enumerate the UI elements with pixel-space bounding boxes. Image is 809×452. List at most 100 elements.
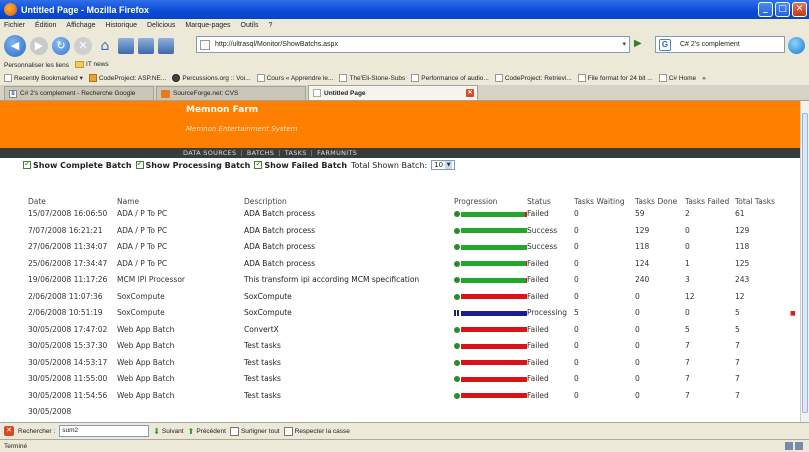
menu-farmunits[interactable]: FARMUNITS — [317, 149, 357, 157]
maximize-button[interactable]: □ — [775, 2, 790, 17]
cell-tasks-failed: 7 — [685, 357, 690, 367]
address-bar[interactable]: http://ultrasql/Monitor/ShowBatchs.aspx … — [196, 36, 630, 53]
cell-date: 30/05/2008 14:53:17 — [28, 357, 108, 367]
cell-date: 2/06/2008 10:51:19 — [28, 308, 103, 318]
menu-historique[interactable]: Historique — [105, 22, 137, 29]
customize-links[interactable]: Personnaliser les liens — [4, 62, 69, 69]
history-dropdown-icon[interactable]: ▾ — [622, 40, 626, 48]
search-bar[interactable]: G C# 2's complement ⚲ — [655, 36, 804, 53]
close-find-icon[interactable]: ✕ — [4, 426, 14, 436]
table-row[interactable]: 30/05/2008 15:37:30 Web App Batch Test tas… — [28, 338, 800, 355]
table-row[interactable]: 2/06/2008 11:07:36 SoxCompute SoxCompute Fa… — [28, 289, 800, 306]
save-page-icon[interactable] — [158, 37, 174, 54]
menu-tasks[interactable]: TASKS — [285, 149, 307, 157]
restart-icon[interactable] — [454, 376, 460, 383]
restart-icon[interactable] — [454, 293, 460, 300]
table-row[interactable]: 30/05/2008 11:54:56 Web App Batch Test tas… — [28, 388, 800, 405]
delete-icon[interactable]: ■ — [790, 310, 796, 317]
total-shown-select[interactable]: 10 ▼ — [431, 160, 456, 170]
bookmark-codeproject-retrieving[interactable]: CodeProject: Retrievi... — [494, 74, 572, 82]
table-row[interactable]: 19/06/2008 11:17:26 MCM IPI Processor This… — [28, 272, 800, 289]
cell-tasks-done: 0 — [635, 390, 640, 400]
restart-icon[interactable] — [454, 326, 460, 333]
go-arrow-icon[interactable]: ▶ — [634, 38, 642, 49]
menu-batchs[interactable]: BATCHS — [247, 149, 274, 157]
home-icon[interactable]: ⌂ — [96, 37, 114, 55]
highlight-all-button[interactable]: Surligner tout — [229, 426, 280, 436]
restart-icon[interactable] — [454, 343, 460, 350]
folder-icon — [75, 61, 85, 69]
bookmark-csharp-home[interactable]: C# Home — [658, 74, 696, 82]
show-failed-checkbox[interactable] — [254, 159, 263, 169]
show-processing-checkbox[interactable] — [135, 159, 144, 169]
cell-tasks-waiting: 0 — [574, 291, 579, 301]
vertical-scrollbar[interactable] — [800, 101, 809, 422]
reload-icon[interactable]: ↻ — [52, 36, 70, 55]
close-tab-icon[interactable]: ✕ — [466, 89, 474, 97]
table-row[interactable]: 7/07/2008 16:21:21 ADA / P To PC ADA Batch… — [28, 223, 800, 240]
menu-affichage[interactable]: Affichage — [66, 22, 95, 29]
table-row[interactable]: 2/06/2008 10:51:19 SoxCompute SoxCompute Pr… — [28, 305, 800, 322]
restart-icon[interactable] — [454, 244, 460, 251]
progress-fill — [461, 261, 527, 267]
bookmark-cours[interactable]: Cours « Apprendre le... — [256, 74, 333, 82]
menu-help[interactable]: ? — [268, 22, 272, 29]
cell-description: ADA Batch process — [244, 225, 316, 235]
bookmark-page-icon[interactable] — [118, 37, 134, 54]
status-bar: Terminé — [0, 439, 809, 452]
pause-icon[interactable] — [454, 310, 460, 317]
table-row[interactable]: 30/05/2008 — [28, 404, 800, 421]
menu-marque-pages[interactable]: Marque-pages — [185, 22, 230, 29]
show-complete-checkbox[interactable] — [23, 159, 31, 169]
bookmark-percussions[interactable]: Percussions.org :: Voi... — [172, 74, 251, 82]
cell-tasks-done: 0 — [635, 341, 640, 351]
close-window-button[interactable]: ✕ — [792, 2, 807, 17]
google-engine-icon[interactable]: G — [659, 39, 671, 51]
it-news-folder[interactable]: IT news — [75, 61, 109, 69]
progress-bar — [461, 393, 527, 399]
tab-untitled[interactable]: Untitled Page ✕ — [308, 85, 478, 100]
restart-icon[interactable] — [454, 277, 460, 284]
table-row[interactable]: 30/05/2008 14:53:17 Web App Batch Test tas… — [28, 355, 800, 372]
tab-google[interactable]: 8 C# 2's complement - Recherche Google — [4, 86, 154, 100]
stop-icon[interactable]: ✕ — [74, 36, 92, 55]
menu-outils[interactable]: Outils — [241, 22, 259, 29]
back-arrow-icon[interactable]: ◀ — [4, 34, 26, 57]
find-next-button[interactable]: ⬇ Suivant — [153, 427, 183, 436]
table-row[interactable]: 30/05/2008 17:47:02 Web App Batch ConvertX… — [28, 322, 800, 339]
addon-icon[interactable] — [788, 37, 805, 54]
minimize-button[interactable]: _ — [758, 2, 773, 17]
menu-delicious[interactable]: Delicious — [147, 22, 175, 29]
restart-icon[interactable] — [454, 359, 460, 366]
bookmark-performance[interactable]: Performance of audio... — [411, 74, 489, 82]
table-row[interactable]: 25/06/2008 17:34:47 ADA / P To PC ADA Batc… — [28, 256, 800, 273]
table-row[interactable]: 30/05/2008 11:55:00 Web App Batch Test tas… — [28, 371, 800, 388]
find-prev-button[interactable]: ⬆ Précédent — [188, 427, 226, 436]
restart-icon[interactable] — [454, 392, 460, 399]
match-case-checkbox[interactable]: Respecter la casse — [283, 426, 350, 436]
restart-icon[interactable] — [454, 260, 460, 267]
bookmark-codeproject-asp[interactable]: CodeProject: ASP.NE... — [88, 74, 166, 82]
forward-arrow-icon[interactable]: ▶ — [30, 36, 48, 55]
menu-fichier[interactable]: Fichier — [4, 22, 25, 29]
menu-data-sources[interactable]: DATA SOURCES — [183, 149, 236, 157]
print-icon[interactable] — [138, 37, 154, 54]
bookmarks-overflow[interactable]: » — [702, 75, 706, 82]
cell-status: Failed — [527, 341, 549, 351]
tab-sourceforge[interactable]: SourceForge.net: CVS — [156, 86, 306, 100]
table-row[interactable]: 27/06/2008 11:34:07 ADA / P To PC ADA Batc… — [28, 239, 800, 256]
restart-icon[interactable] — [454, 227, 460, 234]
restart-icon[interactable] — [454, 211, 460, 218]
cell-name: ADA / P To PC — [117, 258, 168, 268]
cell-status: Failed — [527, 390, 549, 400]
show-processing-label: Show Processing Batch — [145, 160, 251, 170]
bookmark-recent[interactable]: Recently Bookmarked ▾ — [4, 74, 83, 82]
menu-edition[interactable]: Édition — [35, 22, 56, 29]
cell-description: ADA Batch process — [244, 258, 316, 268]
table-row[interactable]: 15/07/2008 16:06:50 ADA / P To PC ADA Batc… — [28, 206, 800, 223]
bookmark-file-format[interactable]: File format for 24 bit ... — [577, 74, 653, 82]
scrollbar-thumb[interactable] — [802, 113, 808, 413]
bookmark-eli-stone[interactable]: The'Eli-Stone-Subs — [339, 74, 405, 82]
cell-tasks-failed: 3 — [685, 275, 690, 285]
find-input[interactable]: sum2 — [59, 425, 150, 437]
